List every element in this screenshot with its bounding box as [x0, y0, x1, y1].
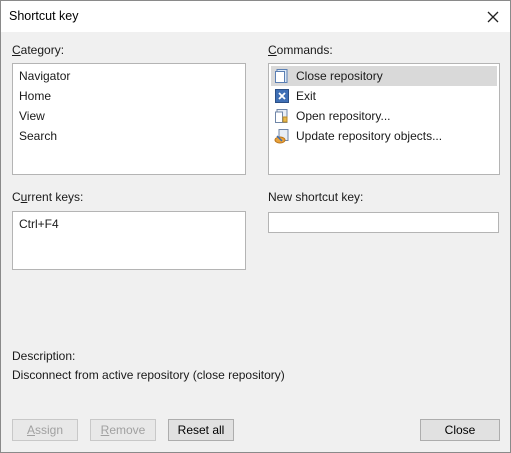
- category-item-navigator[interactable]: Navigator: [19, 66, 70, 86]
- command-item-close-repository[interactable]: Close repository: [271, 66, 497, 86]
- commands-label: Commands:: [268, 43, 333, 57]
- assign-button[interactable]: Assign: [12, 419, 78, 441]
- category-label: Category:: [12, 43, 65, 57]
- description-label: Description:: [12, 349, 76, 363]
- commands-list[interactable]: Close repository Exit Open repository...: [268, 63, 500, 175]
- close-button[interactable]: Close: [420, 419, 500, 441]
- close-repository-icon: [274, 68, 290, 84]
- category-item-home[interactable]: Home: [19, 86, 51, 106]
- command-label: Close repository: [296, 69, 383, 83]
- current-keys-label: Current keys:: [12, 190, 84, 204]
- open-repository-icon: [274, 108, 290, 124]
- reset-all-button[interactable]: Reset all: [168, 419, 234, 441]
- command-item-exit[interactable]: Exit: [271, 86, 497, 106]
- exit-icon: [274, 88, 290, 104]
- category-item-search[interactable]: Search: [19, 126, 57, 146]
- shortcut-key-dialog: Shortcut key Category: Navigator Home Vi…: [0, 0, 511, 453]
- category-list[interactable]: Navigator Home View Search: [12, 63, 246, 175]
- command-label: Open repository...: [296, 109, 391, 123]
- new-shortcut-key-label: New shortcut key:: [268, 190, 364, 204]
- update-repository-icon: [274, 128, 290, 144]
- window-close-button[interactable]: [482, 6, 504, 28]
- current-keys-list[interactable]: Ctrl+F4: [12, 211, 246, 270]
- command-label: Exit: [296, 89, 317, 103]
- command-item-update-repository-objects[interactable]: Update repository objects...: [271, 126, 497, 146]
- close-icon: [487, 11, 499, 23]
- remove-button[interactable]: Remove: [90, 419, 156, 441]
- category-item-view[interactable]: View: [19, 106, 45, 126]
- command-label: Update repository objects...: [296, 129, 443, 143]
- dialog-title: Shortcut key: [9, 9, 79, 23]
- current-key-item[interactable]: Ctrl+F4: [19, 214, 59, 234]
- title-bar: Shortcut key: [1, 1, 510, 32]
- description-text: Disconnect from active repository (close…: [12, 368, 285, 382]
- new-shortcut-key-input[interactable]: [268, 212, 499, 233]
- command-item-open-repository[interactable]: Open repository...: [271, 106, 497, 126]
